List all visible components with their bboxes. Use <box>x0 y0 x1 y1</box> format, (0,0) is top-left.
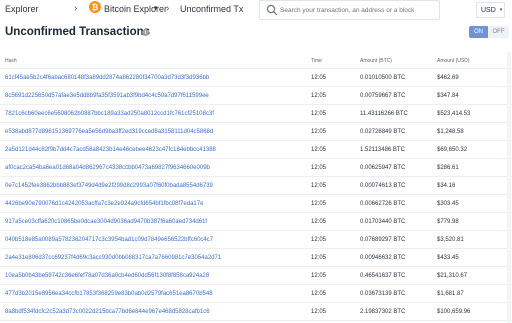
tx-amount-btc: 2.19837302 BTC <box>360 309 406 315</box>
tx-amount-usd: $69,650.32 <box>437 147 468 153</box>
tx-amount-btc: 0.00662726 BTC <box>360 201 406 207</box>
table-row: 040b518e85a0089a578236204717c3c3954bad1c… <box>0 231 512 249</box>
table-row: 8a8bdf534fdcfc2c52a3d73c0022d215bca77bd6… <box>0 303 512 321</box>
tx-time: 12:05 <box>311 237 327 243</box>
tx-amount-usd: $21,310.67 <box>437 273 468 279</box>
breadcrumb-unconfirmed-tx: Unconfirmed Tx <box>180 4 244 14</box>
tx-hash-link[interactable]: 7821c6cb60eec6e5608062b0887bbc189a33ad25… <box>5 111 214 117</box>
tx-hash-link[interactable]: 040b518e85a0089a578236204717c3c3954bad1c… <box>5 237 213 243</box>
tx-hash-link[interactable]: 8a8bdf534fdcfc2c52a3d73c0022d215bca77bd6… <box>5 309 210 315</box>
table-row: 917a5ce03cffa620c10865be0dcae3004d9036ad… <box>0 213 512 231</box>
table-row: 10ea5b0b43be59742c36e6fef78a07d36a0cb4ed… <box>0 267 512 285</box>
currency-select[interactable]: USD ▾ <box>476 2 505 18</box>
tx-amount-usd: $347.84 <box>437 93 459 99</box>
bitcoin-logo-icon: ₿ <box>89 1 101 13</box>
tx-amount-btc: 0.01703440 BTC <box>360 219 406 225</box>
search-box[interactable] <box>259 0 440 20</box>
tx-time: 12:05 <box>311 255 327 261</box>
search-icon <box>266 4 278 16</box>
tx-hash-link[interactable]: 477d3b2015e8956ea34ccfb17853f368259e83b0… <box>5 291 213 297</box>
tx-hash-link[interactable]: 10ea5b0b43be59742c36e6fef78a07d36a0cb4ed… <box>5 273 209 279</box>
tx-hash-link[interactable]: 61cf45ae5b2c4f6abac680148f3a89dd2874a862… <box>5 75 209 81</box>
tx-amount-btc: 0.02726849 BTC <box>360 129 406 135</box>
tx-time: 12:05 <box>311 111 327 117</box>
tx-time: 12:05 <box>311 129 327 135</box>
header-amount-btc: Amount (BTC) <box>360 58 392 64</box>
page-title: Unconfirmed Transactions <box>5 26 151 38</box>
tx-amount-usd: $1,681.87 <box>437 291 464 297</box>
transactions-table: Hash Time Amount (BTC) Amount (USD) 61cf… <box>0 52 512 321</box>
tx-amount-usd: $433.45 <box>437 255 459 261</box>
tx-amount-btc: 0.00759667 BTC <box>360 93 406 99</box>
tx-amount-btc: 0.00946632 BTC <box>360 255 406 261</box>
tx-amount-btc: 0.00625947 BTC <box>360 165 406 171</box>
tx-amount-btc: 1.52113486 BTC <box>360 147 405 153</box>
tx-time: 12:05 <box>311 165 327 171</box>
live-toggle[interactable]: ON OFF <box>469 26 509 38</box>
tx-hash-link[interactable]: af0cac2ca54ba6ea01d68a04d862967c4338ccbb… <box>5 165 210 171</box>
tx-time: 12:05 <box>311 147 327 153</box>
table-row: 477d3b2015e8956ea34ccfb17853f368259e83b0… <box>0 285 512 303</box>
tx-time: 12:05 <box>311 291 327 297</box>
tx-amount-usd: $3,520.81 <box>437 237 464 243</box>
header-amount-usd: Amount (USD) <box>437 58 470 64</box>
chevron-right-icon: › <box>166 3 170 14</box>
breadcrumb-explorer[interactable]: Explorer <box>5 4 39 14</box>
tx-amount-btc: 0.03673139 BTC <box>360 291 406 297</box>
scrollbar[interactable] <box>507 52 511 323</box>
table-row: e538abd877d896151369776ea5e56d9ba3ff2ed3… <box>0 123 512 141</box>
tx-hash-link[interactable]: 0e7c1452fee3862bbb883ef3749d4d9e2f299d8c… <box>5 183 213 189</box>
tx-hash-link[interactable]: 2a5d121d44c82f9b7dd4c7acd58a8423b14e46ce… <box>5 147 216 153</box>
chevron-down-icon[interactable]: ▾ <box>154 4 158 12</box>
tx-amount-usd: $1,248.58 <box>437 129 464 135</box>
tx-time: 12:05 <box>311 75 327 81</box>
header-time: Time <box>311 58 322 64</box>
chevron-right-icon: › <box>74 3 78 14</box>
top-bar: Explorer › ₿ Bitcoin Explorer ▾ › Unconf… <box>0 0 512 20</box>
currency-value: USD <box>481 6 496 14</box>
tx-time: 12:05 <box>311 93 327 99</box>
tx-hash-link[interactable]: 4426be90e790076d1c4242053acffa7c3e2e924a… <box>5 201 203 207</box>
toggle-on[interactable]: ON <box>469 26 488 38</box>
tx-hash-link[interactable]: 2a4e31e806d37cc69237f4d69c3acc930d0bb088… <box>5 255 221 261</box>
tx-amount-usd: $100,659.96 <box>437 309 471 315</box>
table-row: 61cf45ae5b2c4f6abac680148f3a89dd2874a862… <box>0 69 512 87</box>
tx-time: 12:05 <box>311 201 327 207</box>
tx-amount-btc: 0.46541637 BTC <box>360 273 406 279</box>
table-row: 7821c6cb60eec6e5608062b0887bbc189a33ad25… <box>0 105 512 123</box>
tx-time: 12:05 <box>311 309 327 315</box>
table-row: 0e7c1452fee3862bbb883ef3749d4d9e2f299d8c… <box>0 177 512 195</box>
tx-amount-btc: 0.07689297 BTC <box>360 237 406 243</box>
tx-amount-usd: $303.45 <box>437 201 459 207</box>
tx-amount-btc: 11.43116266 BTC <box>360 111 408 117</box>
tx-amount-usd: $286.61 <box>437 165 459 171</box>
tx-hash-link[interactable]: e538abd877d896151369776ea5e56d9ba3ff2ed3… <box>5 129 213 135</box>
table-header: Hash Time Amount (BTC) Amount (USD) <box>0 52 512 69</box>
toggle-off[interactable]: OFF <box>488 26 509 38</box>
tx-amount-usd: $34.16 <box>437 183 456 189</box>
tx-time: 12:05 <box>311 183 327 189</box>
tx-hash-link[interactable]: 917a5ce03cffa620c10865be0dcae3004d9036ad… <box>5 219 207 225</box>
tx-amount-usd: $462.69 <box>437 75 459 81</box>
search-input[interactable] <box>280 6 430 14</box>
header-hash: Hash <box>5 58 17 64</box>
tx-hash-link[interactable]: 8c5691d225650d57afae3e5dd8b9fa35f3591ab3… <box>5 93 209 99</box>
table-row: 2a5d121d44c82f9b7dd4c7acd58a8423b14e46ce… <box>0 141 512 159</box>
tx-time: 12:05 <box>311 273 327 279</box>
tx-amount-btc: 0.01010500 BTC <box>360 75 406 81</box>
tx-amount-usd: $779.98 <box>437 219 459 225</box>
info-icon[interactable]: i <box>142 29 149 36</box>
chevron-down-icon: ▾ <box>499 7 503 13</box>
table-row: af0cac2ca54ba6ea01d68a04d862967c4338ccbb… <box>0 159 512 177</box>
table-row: 2a4e31e806d37cc69237f4d69c3acc930d0bb088… <box>0 249 512 267</box>
tx-amount-btc: 0.00074613 BTC <box>360 183 406 189</box>
tx-amount-usd: $523,414.53 <box>437 111 471 117</box>
table-row: 8c5691d225650d57afae3e5dd8b9fa35f3591ab3… <box>0 87 512 105</box>
table-row: 4426be90e790076d1c4242053acffa7c3e2e924a… <box>0 195 512 213</box>
table-body: 61cf45ae5b2c4f6abac680148f3a89dd2874a862… <box>0 69 512 321</box>
tx-time: 12:05 <box>311 219 327 225</box>
